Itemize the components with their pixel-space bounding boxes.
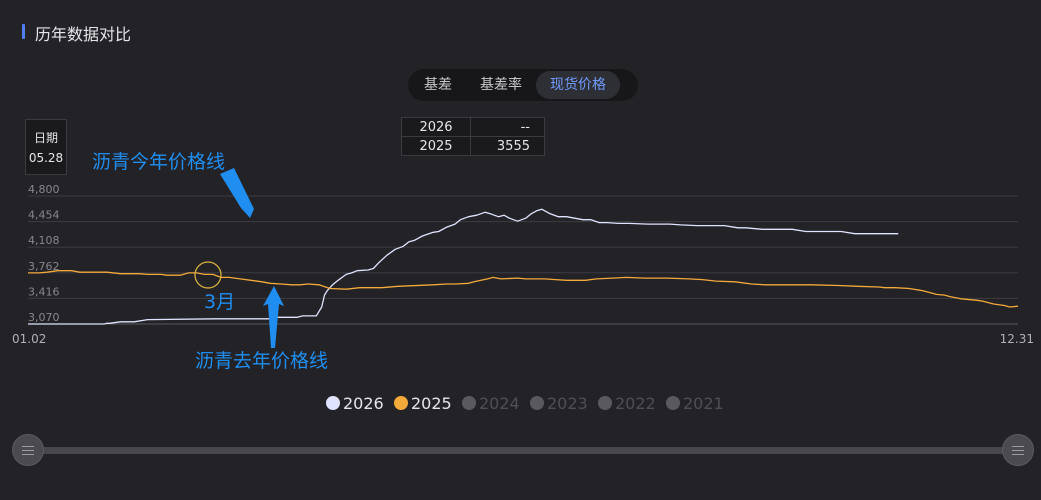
range-slider-track[interactable] xyxy=(27,447,1017,454)
range-slider-right-handle[interactable] xyxy=(1002,434,1034,466)
legend-label-2021: 2021 xyxy=(683,394,724,413)
annotation-last-year: 沥青去年价格线 xyxy=(195,350,328,372)
y-tick-label: 4,108 xyxy=(28,234,60,247)
line-chart: 3,0703,4163,7624,1084,4544,800 01.02 12.3… xyxy=(12,151,1034,413)
legend-label-2024: 2024 xyxy=(479,394,520,413)
series-line-2025 xyxy=(28,270,1019,308)
legend-marker-2023 xyxy=(530,396,544,410)
legend-label-2025: 2025 xyxy=(411,394,452,413)
range-slider-left-handle[interactable] xyxy=(12,434,44,466)
legend-label-2023: 2023 xyxy=(547,394,588,413)
y-tick-label: 4,454 xyxy=(28,209,60,222)
legend-marker-2022 xyxy=(598,396,612,410)
y-tick-label: 3,070 xyxy=(28,311,60,324)
legend-marker-2025 xyxy=(394,396,408,410)
series-line-2026 xyxy=(28,208,899,325)
legend-marker-2024 xyxy=(462,396,476,410)
x-tick-label: 12.31 xyxy=(1000,332,1034,346)
annotation-this-year: 沥青今年价格线 xyxy=(92,151,225,173)
y-tick-label: 3,416 xyxy=(28,285,60,298)
legend-label-2022: 2022 xyxy=(615,394,656,413)
arrow-this-year xyxy=(220,168,254,218)
legend-marker-2021 xyxy=(666,396,680,410)
y-tick-label: 4,800 xyxy=(28,183,60,196)
legend-marker-2026 xyxy=(326,396,340,410)
annotation-month: 3月 xyxy=(204,291,235,313)
x-tick-label: 01.02 xyxy=(12,332,46,346)
legend-label-2026: 2026 xyxy=(343,394,384,413)
